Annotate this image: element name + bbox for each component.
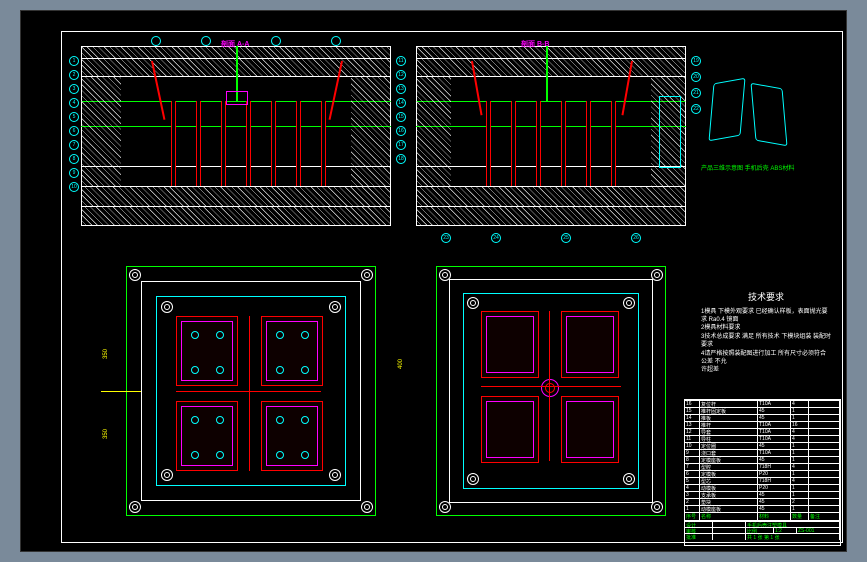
technical-requirements: 技术要求 1模具 下模外观要求 已经确认样板，表面抛光要求 Ra0.4 镜面 2… bbox=[701, 291, 831, 375]
plan-view-fixed bbox=[431, 261, 671, 521]
dimension-label: 350 bbox=[103, 349, 109, 359]
tech-req-line: 许超差 bbox=[701, 366, 831, 374]
tech-req-title: 技术要求 bbox=[701, 291, 831, 304]
phone-shell-iso-2 bbox=[751, 83, 788, 147]
iso-caption: 产品三维示意图 手机后壳 ABS材料 bbox=[701, 166, 821, 173]
section-label-b: 剖面 B-B bbox=[521, 39, 549, 49]
tech-req-line: 3技术总成要求 满足 所有技术 下模块组装 装配时要求 bbox=[701, 333, 831, 350]
section-view-a bbox=[81, 46, 391, 226]
section-label-a: 剖面 A-A bbox=[221, 39, 249, 49]
phone-shell-iso-1 bbox=[709, 78, 746, 142]
tech-req-line: 1模具 下模外观要求 已经确认样板，表面抛光要求 Ra0.4 镜面 bbox=[701, 308, 831, 325]
tech-req-line: 4请严格按照装配图进行加工 所有尺寸必须符合公差 不允 bbox=[701, 350, 831, 367]
tech-req-line: 2模具材料要求 bbox=[701, 324, 831, 332]
dimension-label: 400 bbox=[398, 359, 404, 369]
title-block: 16复位杆T10A4 15推杆固定板451 14推板451 13推杆T10A16… bbox=[684, 399, 841, 546]
dimension-label: 350 bbox=[103, 429, 109, 439]
cad-canvas: 剖面 A-A 1 2 3 4 5 6 7 8 9 10 11 12 13 14 … bbox=[20, 10, 847, 552]
isometric-product-view bbox=[711, 81, 811, 161]
plan-view-moving bbox=[121, 261, 381, 521]
section-view-b bbox=[416, 46, 686, 226]
title-block-main: 设计 手机后壳注塑模具 审核 比例 1:2 ZS-001 批准 共 1 张 第 … bbox=[685, 520, 840, 545]
